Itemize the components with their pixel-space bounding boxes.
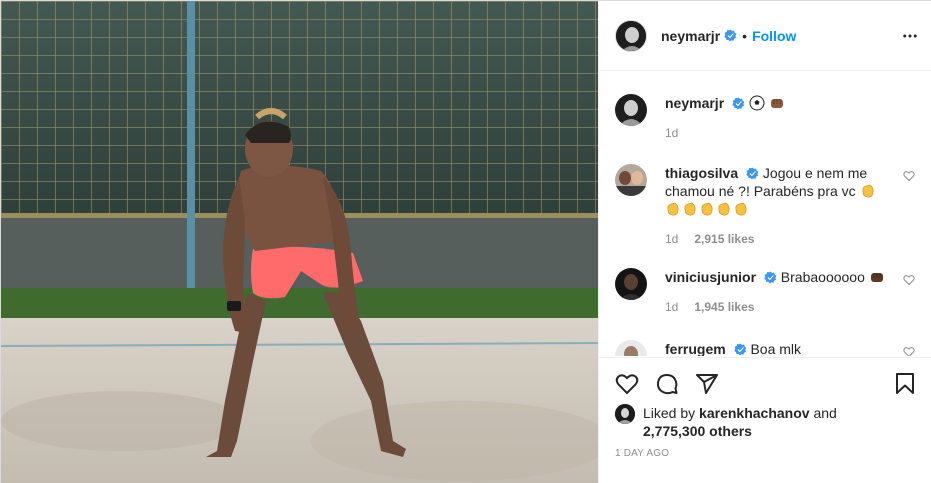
caption-age: 1d (665, 126, 679, 140)
likes-conjunction: and (813, 405, 837, 421)
comment-item: ferrugem Boa mlk (615, 340, 915, 356)
likes-others[interactable]: 2,775,300 others (643, 423, 752, 439)
comment-item: viniciusjunior Brabaoooooo 1d 1,945 likes (615, 268, 915, 322)
caption-avatar[interactable] (615, 94, 647, 126)
clap-emoji (701, 202, 713, 216)
caption-item: neymarjr 1d (615, 94, 915, 144)
author-avatar[interactable] (615, 19, 647, 52)
post-header: neymarjr • Follow (599, 1, 931, 71)
more-options-icon[interactable] (901, 27, 919, 45)
comment-meta: 1d 2,915 likes (665, 230, 893, 248)
caption-author[interactable]: neymarjr (665, 95, 724, 111)
heart-icon[interactable] (903, 170, 915, 182)
verified-badge-icon (746, 167, 759, 180)
separator-dot: • (742, 27, 748, 44)
clap-emoji (862, 184, 874, 198)
post-actions-section: Liked by karenkhachanov and 2,775,300 ot… (599, 357, 931, 483)
liker-username[interactable]: karenkhachanov (699, 405, 810, 421)
soccer-ball-emoji (749, 95, 765, 111)
comment-avatar[interactable] (615, 268, 647, 300)
comment-avatar[interactable] (615, 164, 647, 196)
likes-prefix: Liked by (643, 405, 696, 421)
clap-emoji (735, 202, 747, 216)
bookmark-icon[interactable] (893, 372, 917, 396)
comment-text: Brabaoooooo (780, 269, 865, 285)
comment-icon[interactable] (655, 372, 679, 396)
clap-emoji (667, 202, 679, 216)
verified-badge-icon (733, 343, 746, 356)
verified-badge-icon (732, 97, 745, 110)
caption-meta: 1d (665, 124, 893, 142)
comment-item: thiagosilva Jogou e nem me chamou né ?! … (615, 164, 915, 254)
liker-avatar[interactable] (615, 404, 635, 424)
comment-avatar[interactable] (615, 340, 647, 356)
author-username[interactable]: neymarjr (661, 28, 720, 44)
comment-age: 1d (665, 232, 679, 246)
post-timestamp[interactable]: 1 DAY AGO (615, 448, 669, 459)
comment-author[interactable]: ferrugem (665, 341, 726, 356)
likes-summary[interactable]: Liked by karenkhachanov and 2,775,300 ot… (615, 404, 915, 444)
post-window: neymarjr • Follow neymarjr 1d thiagosilv… (0, 0, 931, 483)
clap-emoji (718, 202, 730, 216)
comment-text: Boa mlk (750, 341, 802, 356)
post-photo[interactable] (1, 1, 598, 483)
comment-age: 1d (665, 300, 679, 314)
comment-author[interactable]: viniciusjunior (665, 269, 756, 285)
comment-likes[interactable]: 1,945 likes (694, 300, 754, 314)
likes-text: Liked by karenkhachanov and 2,775,300 ot… (643, 404, 837, 440)
comment-meta: 1d 1,945 likes (665, 298, 893, 316)
verified-badge-icon (724, 29, 737, 42)
heart-icon[interactable] (903, 274, 915, 286)
heart-icon[interactable] (903, 346, 915, 356)
fist-emoji (870, 273, 883, 282)
comment-author[interactable]: thiagosilva (665, 165, 738, 181)
clap-emoji (684, 202, 696, 216)
heart-icon[interactable] (615, 372, 639, 396)
follow-button[interactable]: Follow (752, 28, 796, 44)
comment-likes[interactable]: 2,915 likes (694, 232, 754, 246)
comments-list[interactable]: neymarjr 1d thiagosilva Jogou e nem me c… (599, 72, 931, 356)
fist-emoji (770, 99, 783, 108)
beach-volleyball-photo (1, 1, 598, 483)
share-icon[interactable] (695, 372, 719, 396)
verified-badge-icon (764, 271, 777, 284)
action-bar (615, 368, 917, 398)
post-side-panel: neymarjr • Follow neymarjr 1d thiagosilv… (598, 1, 931, 483)
